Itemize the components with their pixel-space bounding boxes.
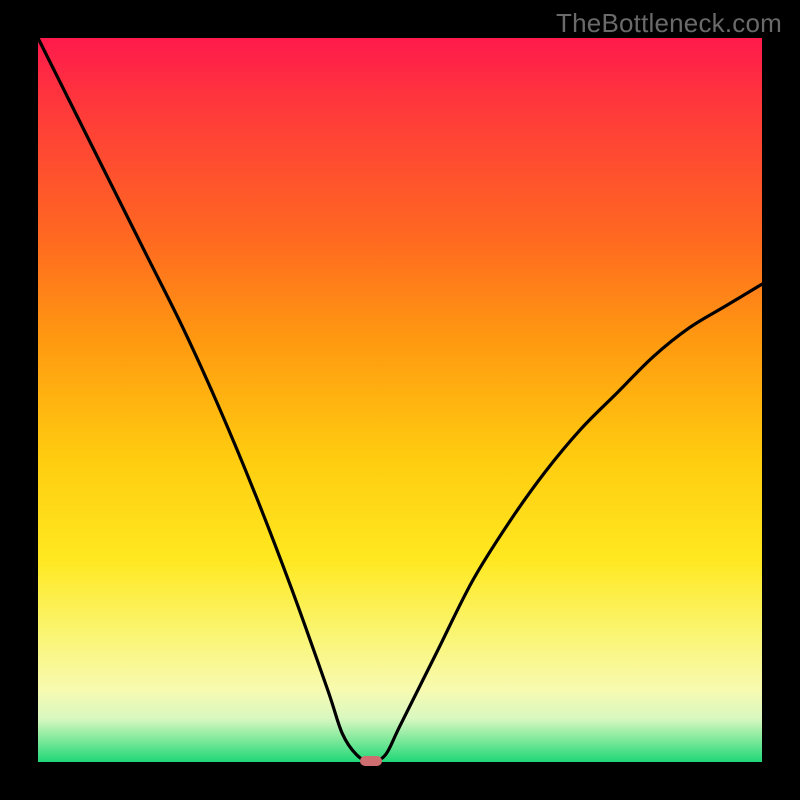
minimum-bottleneck-marker <box>360 756 382 766</box>
bottleneck-curve <box>38 38 762 762</box>
chart-container: TheBottleneck.com <box>0 0 800 800</box>
plot-area <box>38 38 762 762</box>
watermark-text: TheBottleneck.com <box>556 8 782 39</box>
